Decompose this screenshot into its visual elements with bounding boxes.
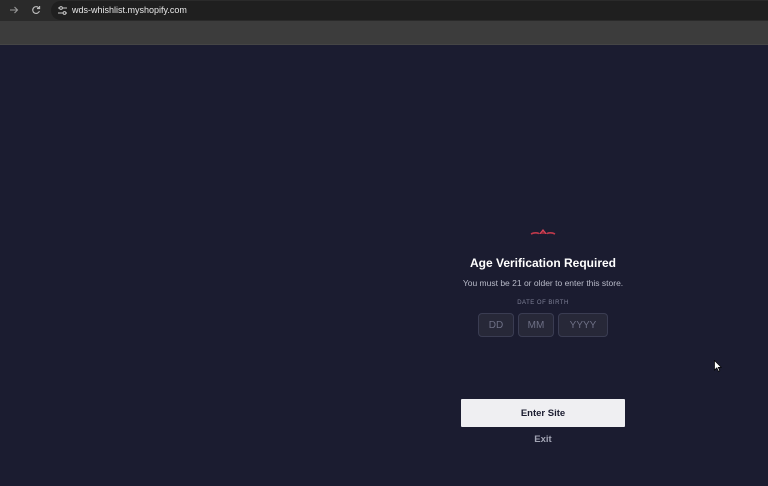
browser-toolbar-strip [0, 21, 768, 45]
exit-link[interactable]: Exit [443, 434, 643, 446]
month-input[interactable] [518, 313, 554, 337]
reload-icon[interactable] [27, 2, 44, 19]
address-bar[interactable]: wds-whishlist.myshopify.com [51, 1, 768, 20]
year-input[interactable] [558, 313, 608, 337]
brand-logo-icon [530, 229, 556, 235]
dob-label: DATE OF BIRTH [517, 300, 569, 306]
enter-site-button[interactable]: Enter Site [461, 399, 625, 427]
age-gate-page: Age Verification Required You must be 21… [0, 45, 768, 486]
forward-icon[interactable] [5, 2, 22, 19]
mouse-pointer-icon [714, 360, 722, 372]
browser-chrome: wds-whishlist.myshopify.com [0, 0, 768, 21]
day-input[interactable] [478, 313, 514, 337]
dob-fields [443, 313, 643, 339]
age-verification-modal: Age Verification Required You must be 21… [443, 226, 643, 445]
tune-icon[interactable] [56, 4, 69, 17]
url-text[interactable]: wds-whishlist.myshopify.com [72, 1, 187, 20]
modal-title: Age Verification Required [469, 256, 617, 270]
modal-subtitle: You must be 21 or older to enter this st… [462, 278, 624, 288]
